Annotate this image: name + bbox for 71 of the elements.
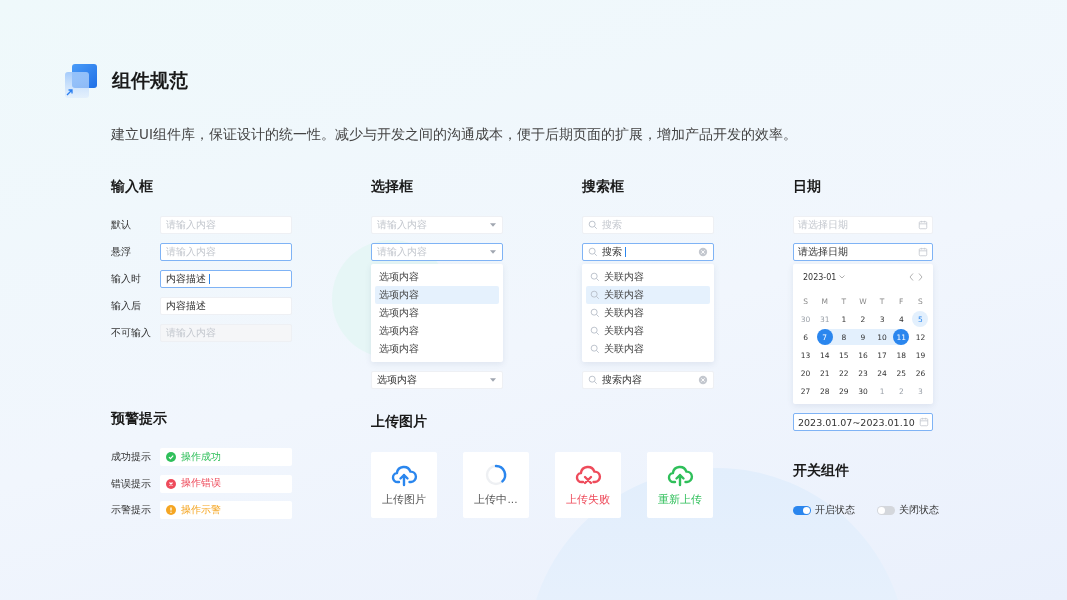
chevron-down-icon: [839, 275, 846, 279]
alert-message: 操作成功: [160, 448, 292, 466]
input-field[interactable]: 搜索内容: [582, 371, 714, 389]
alert-message: 操作示警: [160, 501, 292, 519]
suggestion-item[interactable]: 关联内容: [586, 322, 710, 340]
error-circle-icon: [166, 478, 176, 489]
section-title: 输入框: [111, 177, 154, 195]
section-title: 日期: [793, 177, 822, 195]
dropdown-option[interactable]: 选项内容: [375, 340, 499, 358]
search-icon: [588, 247, 598, 257]
section-title: 开关组件: [793, 461, 850, 479]
calendar-icon[interactable]: [918, 220, 928, 230]
upload-card[interactable]: 上传图片: [371, 452, 437, 518]
toggle-switch[interactable]: [793, 505, 811, 515]
calendar-icon[interactable]: [918, 247, 928, 257]
search-icon: [590, 272, 600, 282]
cloud-upload-icon[interactable]: [390, 463, 418, 487]
input-field[interactable]: 2023.01.07~2023.01.10: [793, 413, 933, 431]
month-selector[interactable]: 2023-01: [803, 272, 846, 282]
input-field[interactable]: 内容描述: [160, 270, 292, 288]
switch-label: 关闭状态: [899, 503, 939, 517]
alert-message: 操作错误: [160, 474, 292, 493]
section-title: 选择框: [371, 177, 414, 195]
toggle-switch[interactable]: [877, 505, 895, 515]
calendar-icon[interactable]: [918, 417, 929, 427]
dropdown-option[interactable]: 选项内容: [375, 286, 499, 304]
cloud-error-icon: [574, 463, 602, 487]
search-icon: [590, 308, 600, 318]
section-title: 预警提示: [111, 409, 168, 427]
field-label: 悬浮: [111, 245, 132, 259]
suggestion-item[interactable]: 关联内容: [586, 340, 710, 358]
search-icon: [588, 375, 598, 385]
alert-label: 示警提示: [111, 503, 152, 517]
check-circle-icon: [166, 452, 176, 462]
input-field[interactable]: 请选择日期: [793, 243, 933, 261]
alert-label: 成功提示: [111, 450, 152, 464]
caret-down-icon[interactable]: [489, 377, 497, 383]
search-icon: [590, 290, 600, 300]
search-icon: [590, 344, 600, 354]
input-field[interactable]: 选项内容: [371, 371, 503, 389]
input-field[interactable]: 搜索: [582, 243, 714, 261]
cloud-upload-icon[interactable]: [666, 463, 694, 487]
suggestion-item[interactable]: 关联内容: [586, 268, 710, 286]
dropdown-option[interactable]: 选项内容: [375, 268, 499, 286]
caret-down-icon[interactable]: [489, 222, 497, 228]
dropdown-option[interactable]: 选项内容: [375, 304, 499, 322]
page-title: 组件规范: [112, 68, 188, 93]
field-label: 默认: [111, 218, 132, 232]
dropdown-option[interactable]: 选项内容: [375, 322, 499, 340]
chevron-left-icon[interactable]: [909, 273, 914, 281]
field-label: 输入时: [111, 272, 142, 286]
search-icon: [588, 220, 598, 230]
clear-icon[interactable]: [698, 375, 708, 385]
input-field[interactable]: 内容描述: [160, 297, 292, 315]
suggestion-item[interactable]: 关联内容: [586, 286, 710, 304]
field-label: 输入后: [111, 299, 142, 313]
upload-card[interactable]: 上传失败: [555, 452, 621, 518]
page-description: 建立UI组件库，保证设计的统一性。减少与开发之间的沟通成本，便于后期页面的扩展，增加产品开发的效率。: [111, 125, 798, 144]
suggestion-item[interactable]: 关联内容: [586, 304, 710, 322]
exclamation-circle-icon: [166, 505, 176, 515]
switch-label: 开启状态: [815, 503, 855, 517]
logo-icon: [65, 64, 98, 98]
alert-label: 错误提示: [111, 476, 152, 491]
search-icon: [590, 326, 600, 336]
chevron-right-icon[interactable]: [918, 273, 923, 281]
caret-down-icon[interactable]: [489, 249, 497, 255]
clear-icon[interactable]: [698, 247, 708, 257]
section-title: 搜索框: [582, 177, 625, 195]
upload-card[interactable]: 上传中...: [463, 452, 529, 518]
section-title: 上传图片: [371, 412, 428, 430]
field-label: 不可输入: [111, 326, 152, 340]
